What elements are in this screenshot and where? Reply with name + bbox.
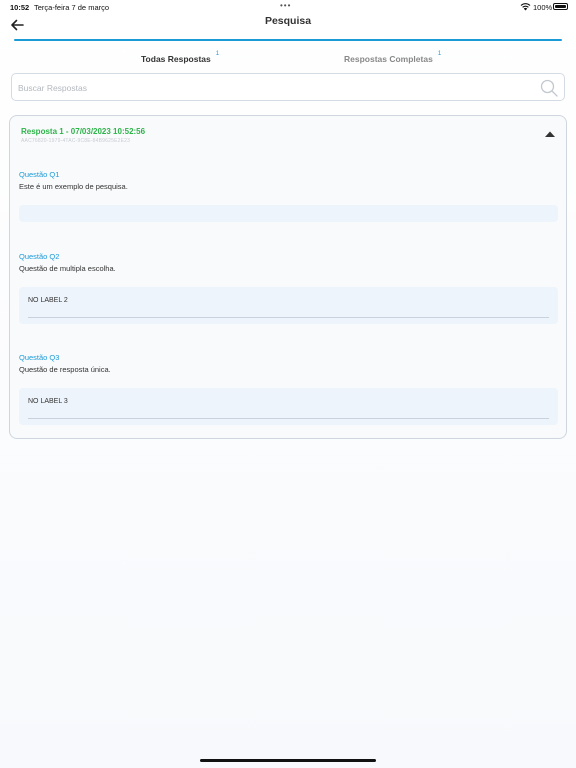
answer-underline (28, 317, 549, 318)
response-id: AAC76820-1979-4TAC-9C8E-84B9625E2E23 (21, 138, 131, 144)
question-label: Questão Q3 (19, 353, 60, 362)
header-accent-line (14, 39, 562, 41)
answer-field[interactable]: NO LABEL 3 (19, 388, 558, 425)
tab-complete-label: Respostas Completas (344, 54, 433, 64)
page-title: Pesquisa (264, 15, 312, 27)
tab-bar: Todas Respostas 1 Respostas Completas 1 (0, 51, 576, 68)
question-label: Questão Q1 (19, 170, 60, 179)
answer-field[interactable] (19, 205, 558, 222)
tab-all-count: 1 (215, 51, 220, 58)
response-title: Resposta 1 - 07/03/2023 10:52:56 (21, 127, 146, 136)
tab-complete-count: 1 (437, 51, 442, 58)
answer-value: NO LABEL 2 (28, 297, 68, 304)
status-date: Terça-feira 7 de março (34, 3, 110, 12)
answer-value: NO LABEL 3 (28, 398, 68, 405)
status-time: 10:52 (10, 3, 30, 12)
search-input[interactable] (18, 80, 518, 96)
nav-bar: Pesquisa (0, 12, 576, 40)
search-box (11, 73, 565, 101)
search-icon[interactable] (540, 79, 558, 97)
battery-percent: 100% (533, 3, 553, 12)
chevron-up-icon[interactable] (544, 130, 556, 138)
question-text: Este é um exemplo de pesquisa. (19, 182, 128, 191)
response-card[interactable]: Resposta 1 - 07/03/2023 10:52:56 AAC7682… (9, 115, 567, 439)
answer-underline (28, 418, 549, 419)
home-indicator[interactable] (200, 759, 376, 762)
wifi-icon (520, 3, 531, 11)
multitasking-dots-icon[interactable]: ••• (280, 1, 291, 10)
question-text: Questão de resposta única. (19, 365, 111, 374)
question-text: Questão de multipla escolha. (19, 264, 116, 273)
tab-all-responses[interactable]: Todas Respostas 1 (141, 51, 220, 64)
tab-all-label: Todas Respostas (141, 54, 211, 64)
answer-field[interactable]: NO LABEL 2 (19, 287, 558, 324)
question-label: Questão Q2 (19, 252, 60, 261)
battery-icon (553, 3, 568, 10)
tab-complete-responses[interactable]: Respostas Completas 1 (344, 51, 442, 64)
